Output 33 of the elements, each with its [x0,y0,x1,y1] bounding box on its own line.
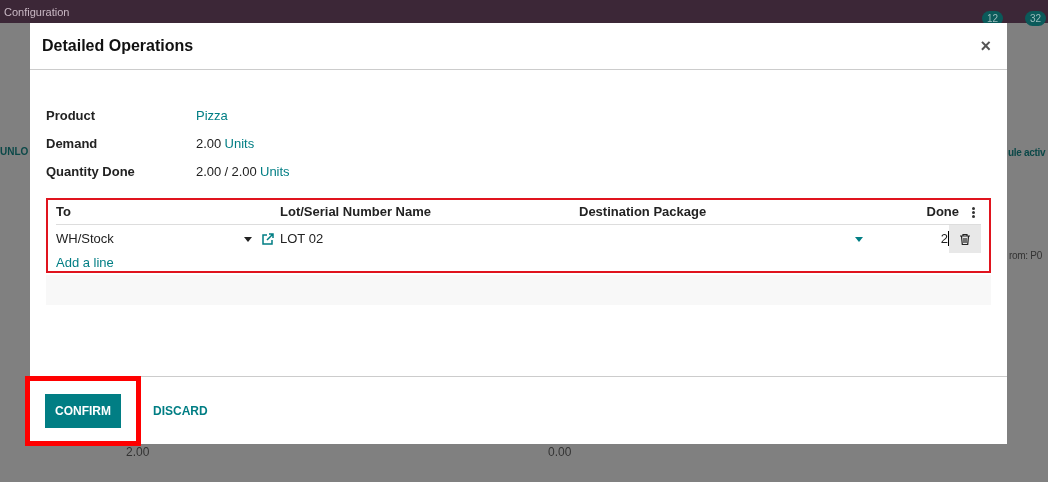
confirm-button[interactable]: CONFIRM [45,393,121,428]
count-badge: 32 [1025,11,1047,26]
caret-icon [244,236,252,242]
field-value: / [224,163,229,182]
delete-icon[interactable] [949,225,981,253]
field-value: 2.00 [196,135,222,154]
dialog-title: Detailed Operations [42,36,194,56]
quantity-text: 2.00 [126,444,150,461]
app-title: Configuration [4,5,70,20]
lot-field[interactable]: LOT 02 [280,229,579,249]
field-link[interactable]: Pizza [196,106,228,126]
field-label: Demand [46,135,99,154]
add-line-link[interactable]: Add a line [56,253,114,273]
location-dropdown[interactable]: WH/Stock [56,229,244,249]
button-text: UNLO [0,145,29,159]
column-header: Destination Package [579,203,708,222]
field-label: Product [46,107,97,126]
discard-button[interactable]: DISCARD [149,393,212,428]
options-icon [972,206,975,218]
field-value: 2.00 [196,163,222,182]
column-header: Lot/Serial Number Name [280,203,432,222]
caret-icon [854,236,863,242]
field-link[interactable]: Units [260,162,290,182]
close-button[interactable]: × [976,32,995,60]
field-link[interactable]: Units [224,134,255,154]
external-link-icon[interactable] [262,233,274,245]
column-header: Done [925,203,959,222]
button-text: ule activ [1008,146,1046,160]
column-header: To [56,203,72,222]
field-value: 2.00 [231,163,257,182]
field-text: rom: P0 [1009,249,1042,263]
quantity-text: 0.00 [548,444,572,461]
field-label: Quantity Done [46,163,136,182]
